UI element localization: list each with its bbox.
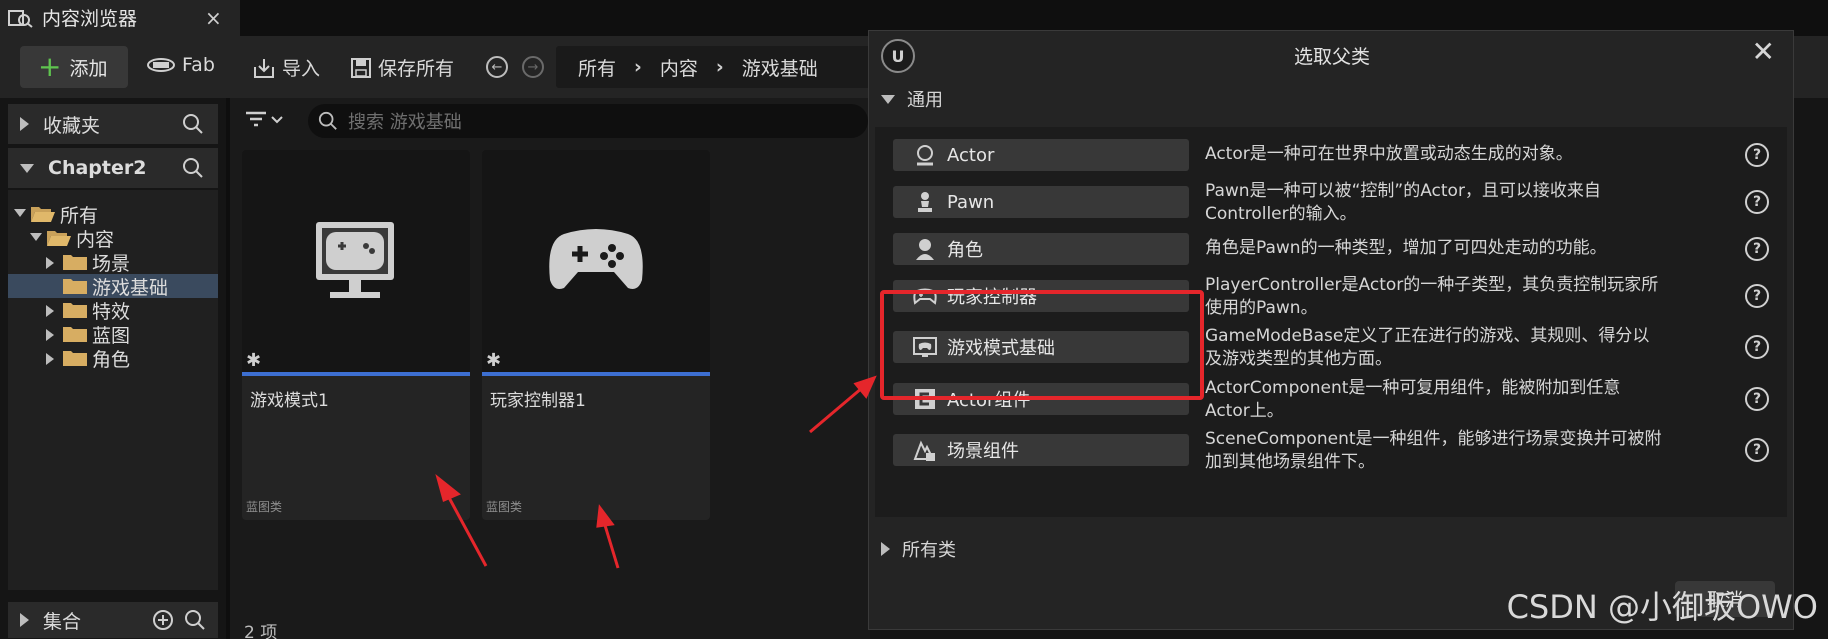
annotation-arrowhead — [435, 473, 461, 503]
annotation-arrowhead — [853, 375, 877, 399]
annotation-arrow — [602, 521, 620, 569]
annotation-arrow — [444, 491, 488, 567]
annotation-arrow — [809, 386, 863, 434]
annotation-arrows — [435, 375, 877, 569]
annotation-arrowhead — [596, 504, 615, 528]
watermark: CSDN @小御坂OWO — [1506, 588, 1818, 626]
app-root: 内容浏览器 × + 添加 Fab 导入 保存所有 ← → 所有 › 内容 › 游… — [0, 0, 1828, 639]
